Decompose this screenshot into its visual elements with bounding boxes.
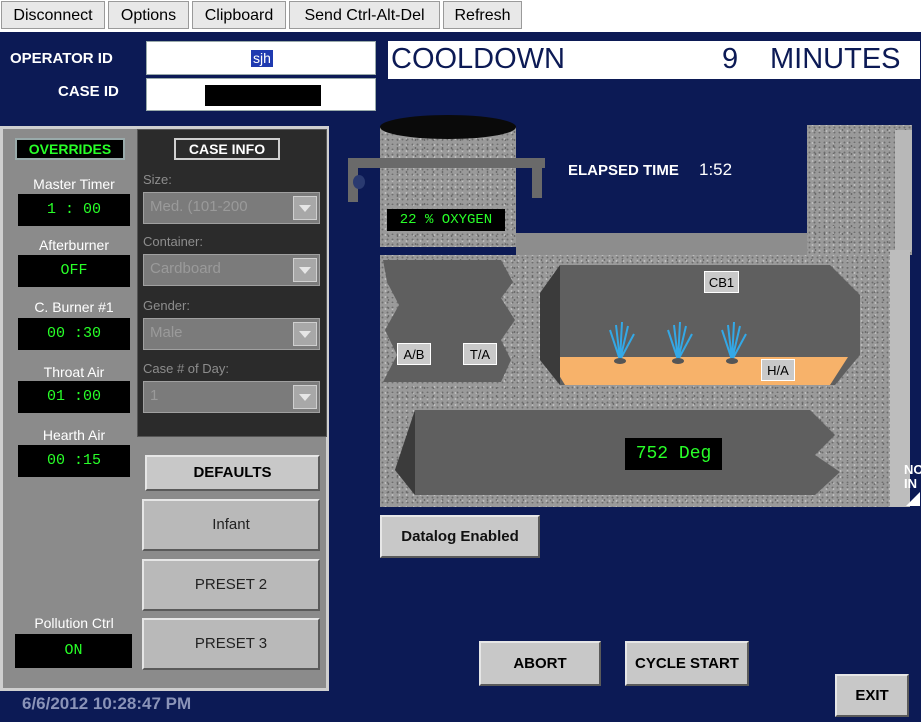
gender-select[interactable]: Male	[143, 318, 320, 350]
furnace-diagram: 22 % OXYGEN ELAPSED TIME 1:52 CB1 A/B T/…	[348, 115, 920, 510]
container-select[interactable]: Cardboard	[143, 254, 320, 286]
master-timer-display[interactable]: 1 : 00	[18, 194, 130, 226]
case-id-label: CASE ID	[58, 83, 119, 100]
size-select[interactable]: Med. (101-200	[143, 192, 320, 224]
pollution-ctrl-display[interactable]: ON	[15, 634, 132, 668]
operator-id-field[interactable]: sjh	[146, 41, 376, 75]
datalog-enabled-button[interactable]: Datalog Enabled	[380, 515, 540, 558]
refresh-button[interactable]: Refresh	[443, 1, 522, 29]
chevron-down-icon	[293, 196, 317, 220]
temperature-display: 752 Deg	[625, 438, 722, 470]
cycle-state: COOLDOWN	[391, 43, 565, 75]
options-button[interactable]: Options	[108, 1, 189, 29]
ta-tag: T/A	[463, 343, 497, 365]
remaining-minutes: 9	[722, 43, 739, 75]
elapsed-time-value: 1:52	[699, 160, 733, 179]
pipe-valve-icon	[353, 175, 365, 189]
datetime-display: 6/6/2012 10:28:47 PM	[22, 694, 192, 713]
top-slab	[516, 233, 807, 257]
preset-3-button[interactable]: PRESET 3	[142, 618, 320, 670]
side-label: NO IN	[904, 463, 921, 491]
c-burner-1-label: C. Burner #1	[34, 299, 114, 315]
send-ctrl-alt-del-button[interactable]: Send Ctrl-Alt-Del	[289, 1, 440, 29]
oxygen-display: 22 % OXYGEN	[387, 209, 505, 231]
right-stack-edge	[895, 130, 912, 250]
clipboard-button[interactable]: Clipboard	[192, 1, 286, 29]
elapsed-time-label: ELAPSED TIME	[568, 162, 679, 179]
case-id-field[interactable]	[146, 78, 376, 111]
minutes-unit: MINUTES	[770, 43, 901, 75]
pollution-ctrl-label: Pollution Ctrl	[34, 615, 114, 631]
side-arrow-icon	[906, 492, 920, 506]
afterburner-label: Afterburner	[38, 237, 110, 253]
chevron-down-icon	[293, 322, 317, 346]
stack-opening	[380, 115, 516, 139]
ab-tag: A/B	[397, 343, 431, 365]
container-label: Container:	[143, 234, 203, 249]
case-info-title: CASE INFO	[174, 138, 280, 160]
infant-preset-button[interactable]: Infant	[142, 499, 320, 551]
disconnect-button[interactable]: Disconnect	[1, 1, 105, 29]
afterburner-display[interactable]: OFF	[18, 255, 130, 287]
size-label: Size:	[143, 172, 172, 187]
exit-button[interactable]: EXIT	[835, 674, 909, 717]
lower-chamber	[395, 410, 840, 495]
chevron-down-icon	[293, 258, 317, 282]
operator-id-value: sjh	[251, 50, 273, 67]
toolbar: Disconnect Options Clipboard Send Ctrl-A…	[0, 0, 921, 32]
chevron-down-icon	[293, 385, 317, 409]
case-of-day-label: Case # of Day:	[143, 361, 229, 376]
burner-flames	[609, 321, 747, 364]
preset-2-button[interactable]: PRESET 2	[142, 559, 320, 611]
case-of-day-select[interactable]: 1	[143, 381, 320, 413]
abort-button[interactable]: ABORT	[479, 641, 601, 686]
throat-air-label: Throat Air	[43, 364, 105, 380]
cycle-status-bar: COOLDOWN 9 MINUTES	[388, 41, 920, 79]
gender-label: Gender:	[143, 298, 190, 313]
hearth-air-display[interactable]: 00 :15	[18, 445, 130, 477]
c-burner-1-display[interactable]: 00 :30	[18, 318, 130, 350]
master-timer-label: Master Timer	[33, 176, 115, 192]
pollution-pipe	[348, 158, 545, 168]
defaults-button[interactable]: DEFAULTS	[145, 455, 320, 491]
afterburner-chamber	[383, 260, 515, 382]
cycle-start-button[interactable]: CYCLE START	[625, 641, 749, 686]
operator-id-label: OPERATOR ID	[10, 50, 113, 67]
overrides-title: OVERRIDES	[15, 138, 125, 160]
cb1-tag: CB1	[704, 271, 739, 293]
ha-tag: H/A	[761, 359, 795, 381]
case-id-redaction	[205, 85, 321, 106]
throat-air-display[interactable]: 01 :00	[18, 381, 130, 413]
pipe-drop-right	[532, 158, 542, 198]
hearth-air-label: Hearth Air	[42, 427, 106, 443]
